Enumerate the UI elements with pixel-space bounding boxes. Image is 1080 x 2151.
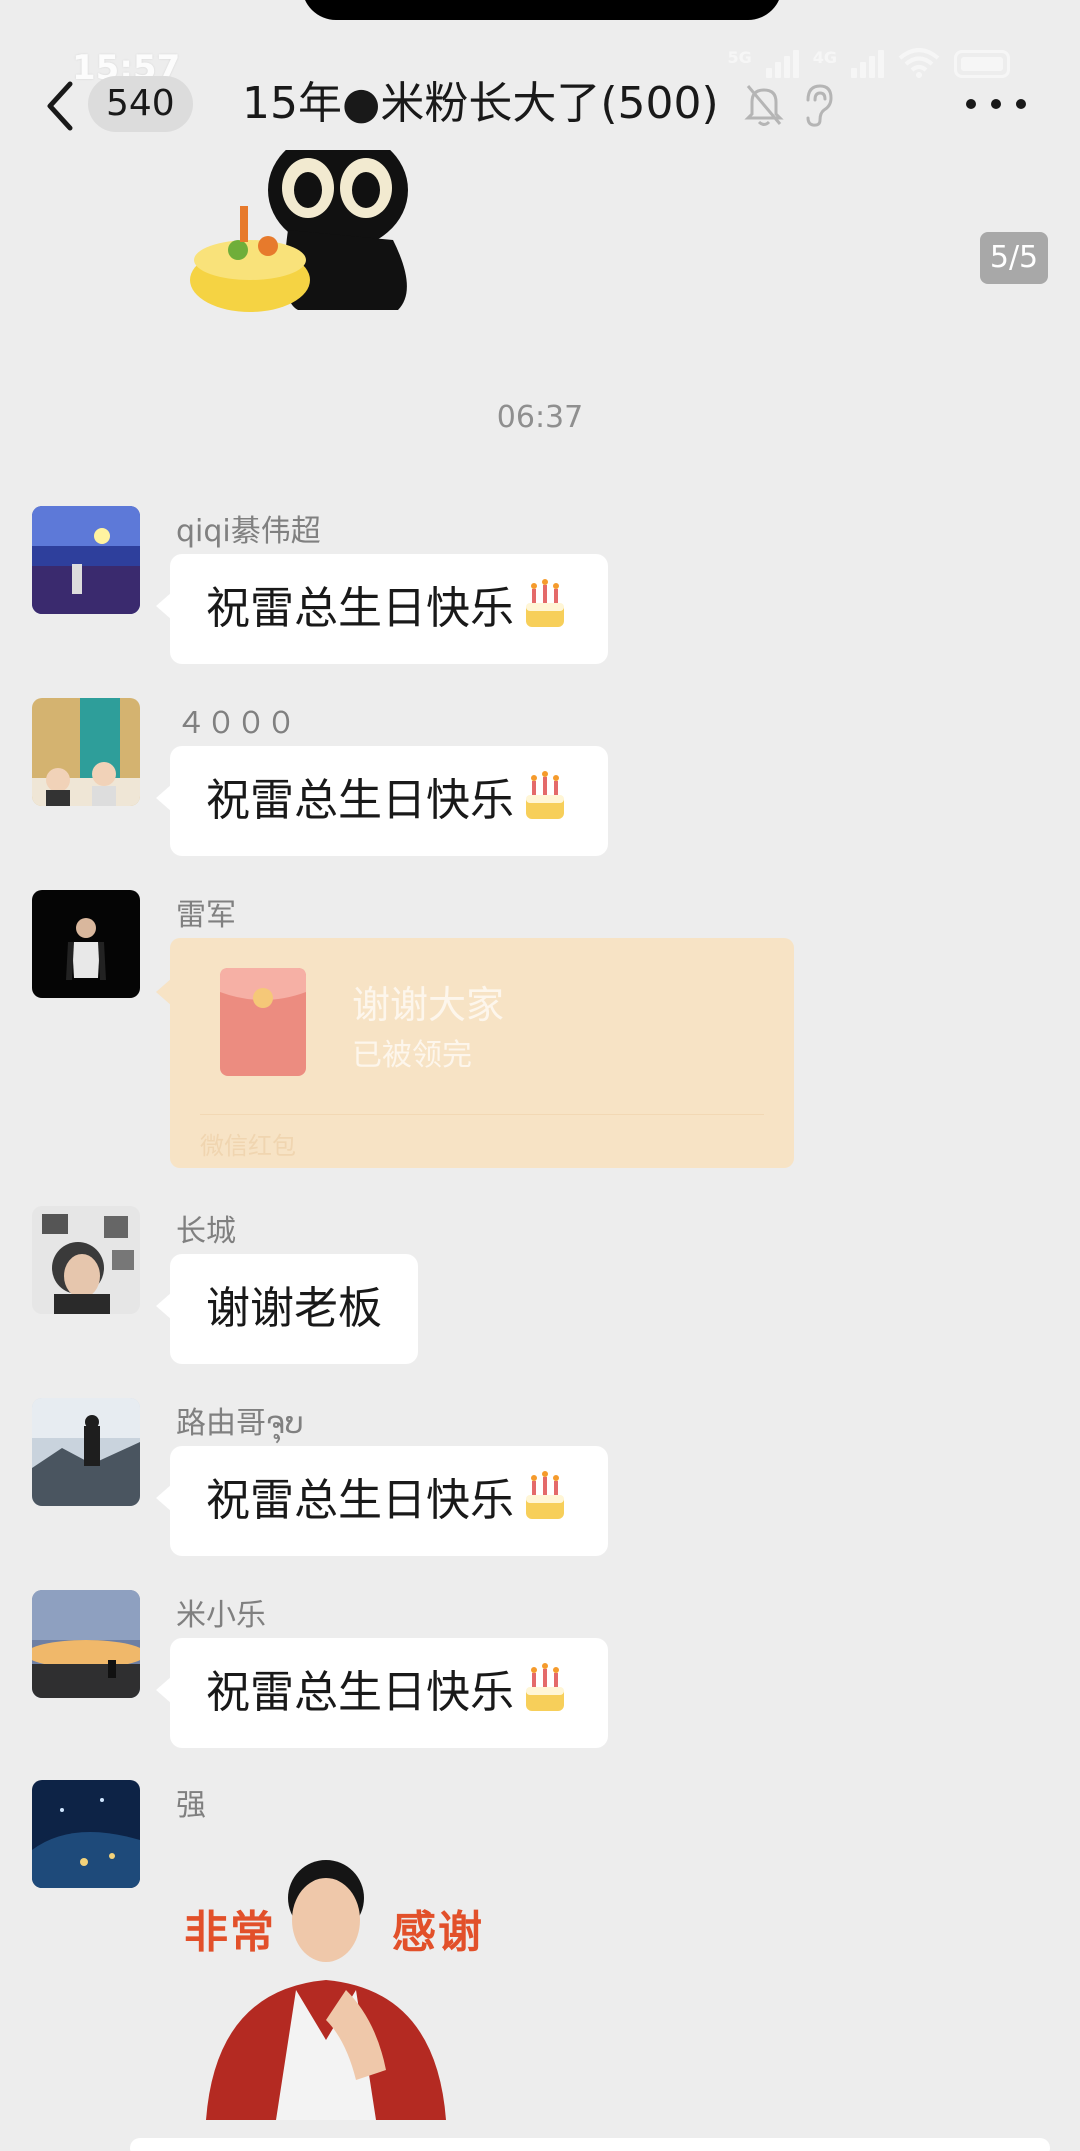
red-envelope-icon [220,968,306,1076]
red-packet-title: 谢谢大家 [352,983,505,1027]
message-bubble[interactable]: 谢谢老板 [156,1254,418,1364]
mute-bell-icon [744,85,784,126]
sender-name: ４０００ [176,706,296,741]
red-packet-divider [200,1114,764,1115]
red-packet-label: 微信红包 [200,1132,296,1160]
message-text: 谢谢老板 [206,1283,382,1334]
dot-icon [991,99,1001,109]
ear-icon [806,84,833,127]
message-text: 祝雷总生日快乐 [206,583,514,634]
sender-name: 路由哥ຈຸບ [176,1406,304,1441]
dot-icon [1016,99,1026,109]
chat-screen: 15:57 5G 4G 540 15年●米粉长大了(500) 5/5 06:37… [0,0,1080,2151]
message-bubble[interactable]: 祝雷总生日快乐 [156,554,608,664]
message-bubble[interactable]: 祝雷总生日快乐 [156,746,608,856]
thanks-sticker[interactable]: 非常 感谢 [176,1840,516,2120]
red-packet-card[interactable]: 谢谢大家 已被领完 微信红包 [156,938,794,1168]
sticker-text-right: 感谢 [392,1907,484,1958]
birthday-cake-icon [526,1471,564,1519]
sender-name: qiqi綦伟超 [176,514,321,549]
message-text: 祝雷总生日快乐 [206,1667,514,1718]
avatar[interactable] [32,1398,140,1506]
dot-icon [966,99,976,109]
message-timestamp: 06:37 [496,400,584,435]
unread-count-badge[interactable]: 540 [88,76,193,132]
avatar[interactable] [32,1780,140,1888]
message-bubble[interactable]: 祝雷总生日快乐 [156,1638,608,1748]
message-bubble[interactable]: 祝雷总生日快乐 [156,1446,608,1556]
chat-title: 15年●米粉长大了(500) [242,78,719,129]
sender-name: 雷军 [176,898,236,933]
page-indicator[interactable]: 5/5 [980,232,1048,284]
more-options-button[interactable] [966,92,1026,116]
birthday-cake-icon [526,771,564,819]
avatar[interactable] [32,1590,140,1698]
sender-name: 长城 [176,1214,236,1249]
sender-name: 强 [176,1788,206,1823]
camera-notch [302,0,782,20]
input-bar-edge[interactable] [130,2138,1050,2151]
birthday-cake-icon [526,579,564,627]
red-packet-status: 已被领完 [352,1038,472,1073]
chat-header: 540 15年●米粉长大了(500) [0,56,1080,152]
avatar[interactable] [32,1206,140,1314]
cat-cake-sticker[interactable] [188,150,428,320]
sender-name: 米小乐 [176,1598,266,1633]
back-arrow-icon[interactable] [38,78,86,134]
avatar[interactable] [32,890,140,998]
sticker-text-left: 非常 [184,1907,276,1958]
birthday-cake-icon [526,1663,564,1711]
avatar[interactable] [32,698,140,806]
message-text: 祝雷总生日快乐 [206,775,514,826]
person-clapping-icon [206,1860,446,2120]
avatar[interactable] [32,506,140,614]
message-text: 祝雷总生日快乐 [206,1475,514,1526]
